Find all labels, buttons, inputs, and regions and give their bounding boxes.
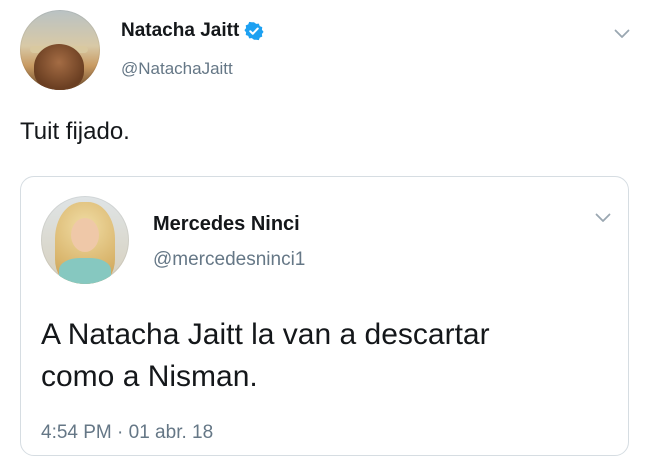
avatar-face [71, 218, 99, 252]
chevron-down-icon[interactable] [595, 213, 611, 223]
author-handle[interactable]: @NatachaJaitt [121, 58, 233, 80]
quoted-avatar[interactable] [41, 196, 129, 284]
tweet: Natacha Jaitt @NatachaJaitt Tuit fijado.… [0, 0, 650, 467]
chevron-down-icon[interactable] [614, 29, 630, 39]
tweet-text: Tuit fijado. [20, 118, 130, 145]
quoted-tweet-timestamp[interactable]: 4:54 PM · 01 abr. 18 [41, 421, 213, 445]
quoted-tweet-text-line: como a Nisman. [41, 360, 258, 393]
author-display-name[interactable]: Natacha Jaitt [121, 19, 239, 43]
avatar-face [34, 44, 84, 90]
author-name-row[interactable]: Natacha Jaitt [121, 19, 264, 43]
avatar-clothing [59, 258, 111, 284]
quoted-tweet-text: A Natacha Jaitt la van a descartar como … [41, 314, 616, 398]
avatar[interactable] [20, 10, 100, 90]
verified-badge-icon [244, 21, 264, 41]
quoted-author-display-name[interactable]: Mercedes Ninci [153, 211, 300, 237]
quoted-author-handle[interactable]: @mercedesninci1 [153, 248, 305, 272]
quoted-tweet-text-line: A Natacha Jaitt la van a descartar [41, 318, 490, 351]
